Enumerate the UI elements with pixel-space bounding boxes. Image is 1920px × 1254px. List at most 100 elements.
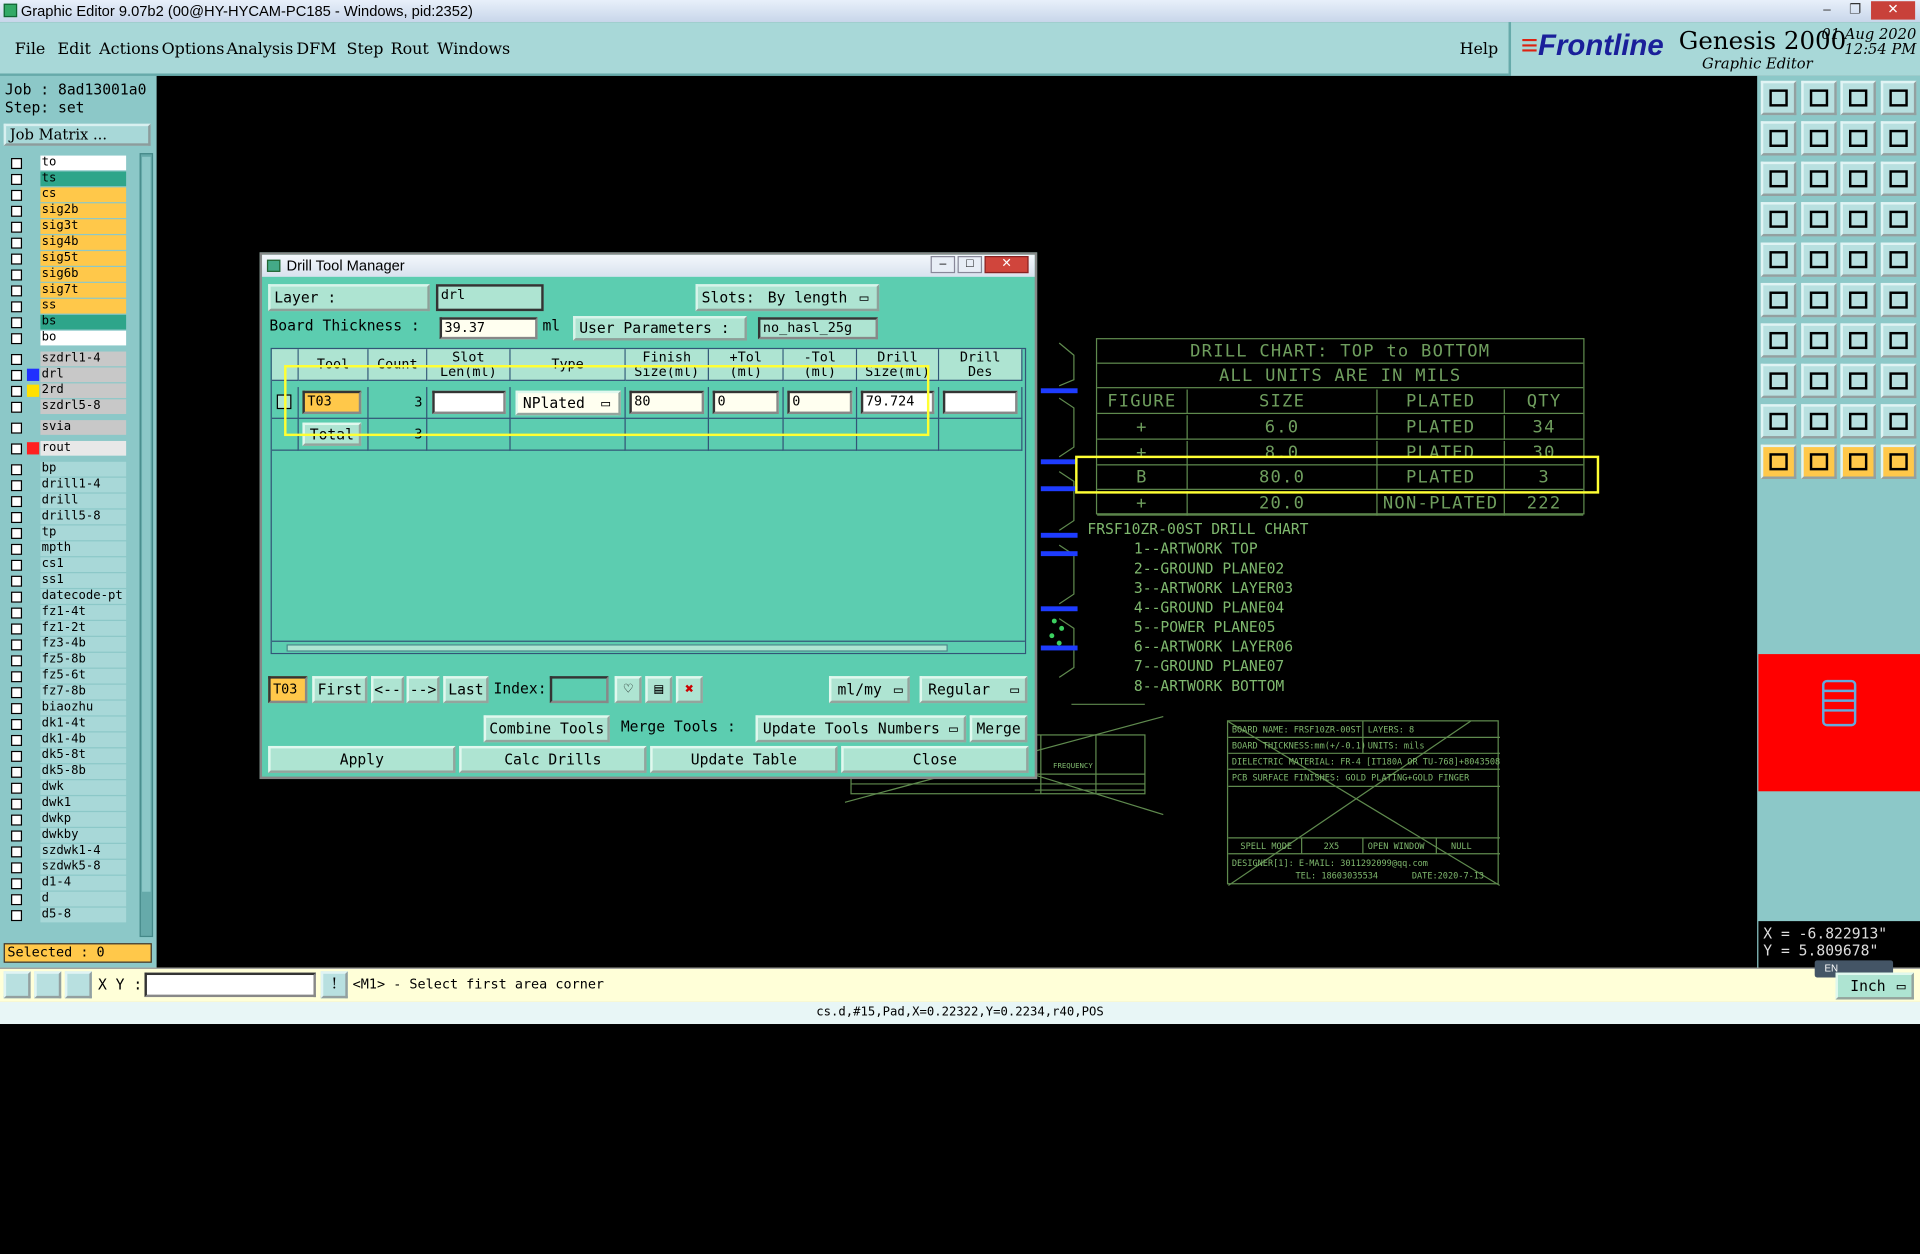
layer-checkbox[interactable] xyxy=(11,830,23,842)
layer-row[interactable]: fz1-2t xyxy=(4,621,127,636)
arc-icon[interactable] xyxy=(1800,323,1837,358)
layer-checkbox[interactable] xyxy=(11,734,23,746)
layer-name[interactable]: sig4b xyxy=(40,235,127,250)
layer-name[interactable]: bp xyxy=(40,461,127,477)
layer-row[interactable]: drl xyxy=(4,367,127,383)
layer-name[interactable]: fz5-6t xyxy=(40,668,127,684)
calc-drills-button[interactable]: Calc Drills xyxy=(459,745,647,773)
combine-tools-button[interactable]: Combine Tools xyxy=(483,715,610,743)
maximize-button[interactable]: ❐ xyxy=(1843,1,1867,19)
layer-row[interactable]: ss xyxy=(4,298,127,314)
layer-row[interactable]: sig4b xyxy=(4,235,127,250)
layer-checkbox[interactable] xyxy=(11,158,23,170)
layer-name[interactable]: svia xyxy=(40,420,127,435)
text-c-icon[interactable] xyxy=(1840,404,1876,439)
layer-row[interactable]: szdrl5-8 xyxy=(4,399,127,415)
layer-name[interactable]: dk1-4b xyxy=(40,732,127,748)
resize-icon[interactable] xyxy=(1840,363,1876,399)
table-scrollbar[interactable] xyxy=(271,640,1025,653)
layer-name[interactable]: dwk1 xyxy=(40,796,127,811)
menu-options[interactable]: Options xyxy=(162,40,225,58)
layer-row[interactable]: fz7-8b xyxy=(4,684,127,700)
layer-row[interactable]: datecode-pt xyxy=(4,589,127,604)
select-net-icon[interactable] xyxy=(1840,444,1876,479)
save-icon[interactable] xyxy=(1800,80,1837,116)
help-icon[interactable] xyxy=(1880,161,1916,196)
layer-checkbox[interactable] xyxy=(11,285,23,297)
layer-row[interactable]: dk1-4b xyxy=(4,732,127,748)
list-icon[interactable]: ▤ xyxy=(645,676,673,704)
units-dropdown[interactable]: Inch ▭ xyxy=(1835,972,1914,1000)
layer-checkbox[interactable] xyxy=(11,333,23,345)
dialog-close-icon[interactable]: ✕ xyxy=(984,256,1029,274)
layer-name[interactable]: szdrl5-8 xyxy=(40,399,127,415)
layer-name[interactable]: ss1 xyxy=(40,573,127,588)
zoom-icon[interactable] xyxy=(1880,121,1916,156)
layer-checkbox[interactable] xyxy=(11,894,23,906)
layer-name[interactable]: szdwk5-8 xyxy=(40,859,127,875)
layer-checkbox[interactable] xyxy=(11,639,23,651)
layer-checkbox[interactable] xyxy=(11,687,23,699)
layer-row[interactable]: fz5-8b xyxy=(4,652,127,668)
layer-row[interactable]: szdwk5-8 xyxy=(4,859,127,875)
rotate-icon[interactable] xyxy=(1840,323,1876,358)
zoom-area-icon[interactable] xyxy=(34,971,62,999)
layer-checkbox[interactable] xyxy=(11,575,23,587)
layer-row[interactable]: mpth xyxy=(4,541,127,557)
layer-row[interactable]: szdwk1-4 xyxy=(4,843,127,859)
text-d-icon[interactable] xyxy=(1880,404,1916,439)
layer-name[interactable]: drl xyxy=(40,367,127,383)
circle-icon[interactable] xyxy=(1880,242,1916,277)
route-icon[interactable] xyxy=(1880,282,1916,318)
layer-checkbox[interactable] xyxy=(11,401,23,413)
move-icon[interactable] xyxy=(1760,282,1797,318)
layer-row[interactable]: to xyxy=(4,155,127,171)
menu-edit[interactable]: Edit xyxy=(58,40,91,58)
layer-checkbox[interactable] xyxy=(11,480,23,492)
layer-checkbox[interactable] xyxy=(11,782,23,794)
layer-name[interactable]: ts xyxy=(40,171,127,187)
layer-name[interactable]: fz3-4b xyxy=(40,636,127,652)
menu-analysis[interactable]: Analysis xyxy=(227,40,294,58)
layer-name[interactable]: sig6b xyxy=(40,267,127,282)
snap-left-icon[interactable] xyxy=(1760,121,1797,156)
layer-checkbox[interactable] xyxy=(11,269,23,281)
layer-name[interactable]: cs xyxy=(40,187,127,203)
connect-icon[interactable] xyxy=(1840,282,1876,318)
layer-name[interactable]: d1-4 xyxy=(40,875,127,891)
layer-row[interactable]: szdrl1-4 xyxy=(4,351,127,367)
dialog-minimize-button[interactable]: – xyxy=(930,256,956,274)
layer-name[interactable]: bs xyxy=(40,314,127,330)
xy-input[interactable] xyxy=(144,972,316,998)
layer-row[interactable]: sig3t xyxy=(4,219,127,234)
user-parameters-field[interactable]: no_hasl_25g xyxy=(757,317,878,340)
merge-button[interactable]: Merge xyxy=(969,715,1028,743)
zoom-fit-icon[interactable] xyxy=(3,971,31,999)
delete-icon[interactable] xyxy=(1800,363,1837,399)
layer-checkbox[interactable] xyxy=(11,623,23,635)
layer-row[interactable]: dk5-8b xyxy=(4,764,127,780)
layer-row[interactable]: bo xyxy=(4,330,127,346)
home-icon[interactable] xyxy=(1840,80,1876,116)
grid-icon[interactable] xyxy=(64,971,92,999)
layer-checkbox[interactable] xyxy=(11,814,23,826)
update-tools-numbers-dropdown[interactable]: Update Tools Numbers ▭ xyxy=(755,715,967,743)
layer-name[interactable]: dk5-8t xyxy=(40,748,127,764)
drill-des-input[interactable] xyxy=(942,390,1018,415)
layer-checkbox[interactable] xyxy=(11,862,23,874)
layer-checkbox[interactable] xyxy=(11,189,23,201)
index-input[interactable] xyxy=(549,676,609,704)
drill-des-cell[interactable] xyxy=(939,387,1023,419)
draw-icon[interactable] xyxy=(1800,242,1837,277)
rout-icon[interactable] xyxy=(1880,323,1916,358)
layer-row[interactable]: fz1-4t xyxy=(4,605,127,620)
layer-icon[interactable] xyxy=(1840,202,1876,237)
layer-row[interactable]: drill5-8 xyxy=(4,509,127,525)
unit-dropdown[interactable]: ml/my ▭ xyxy=(828,676,910,704)
layer-checkbox[interactable] xyxy=(11,910,23,922)
layer-field[interactable]: drl xyxy=(435,284,544,312)
layer-row[interactable]: ss1 xyxy=(4,573,127,588)
pan-icon[interactable] xyxy=(1800,161,1837,196)
select-path-icon[interactable] xyxy=(1880,444,1916,479)
layer-row[interactable]: d xyxy=(4,891,127,907)
